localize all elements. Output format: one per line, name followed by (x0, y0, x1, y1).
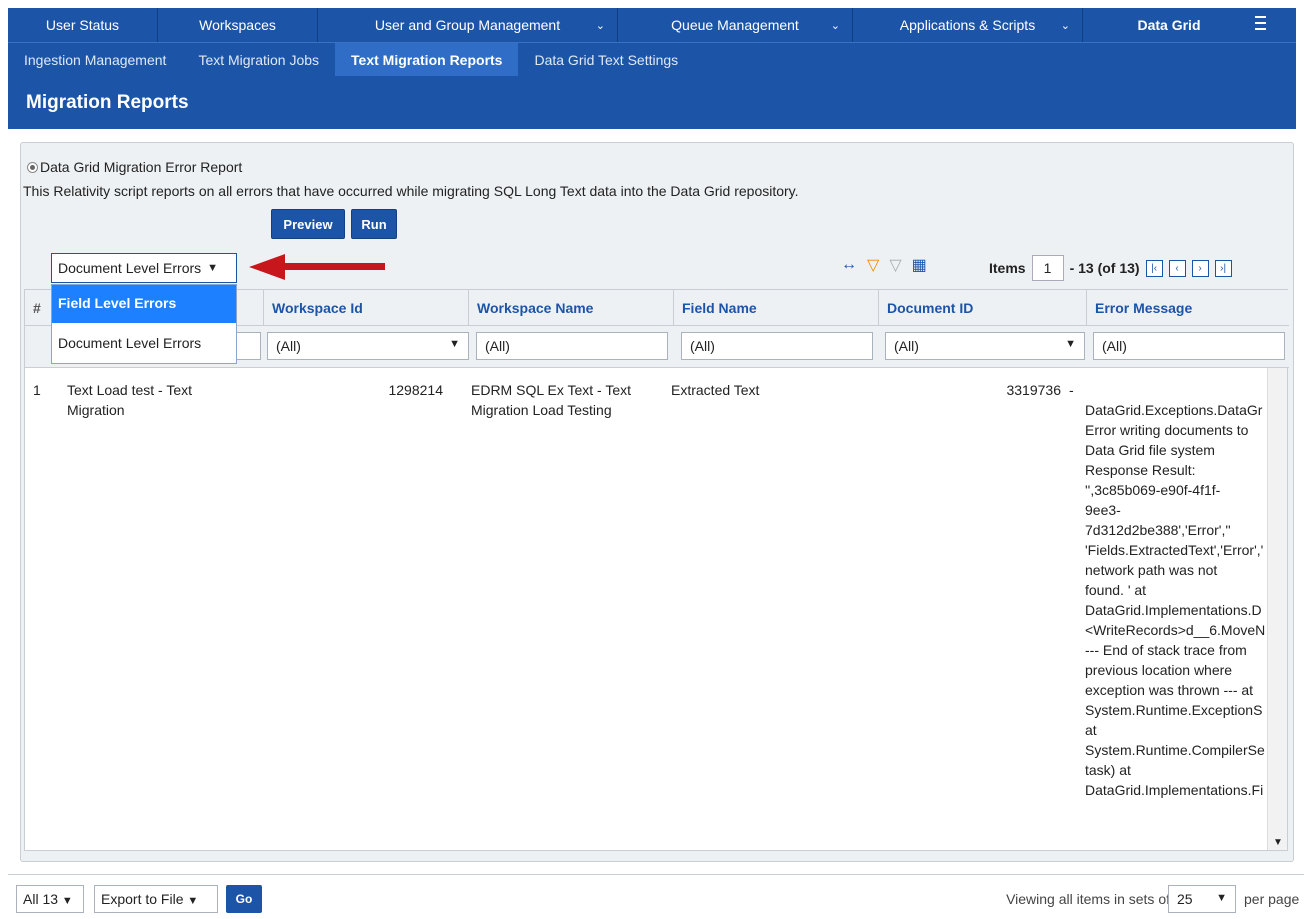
page-input[interactable]: 1 (1031, 255, 1064, 281)
annotation-arrow-line (283, 263, 385, 270)
sub-navigation: Ingestion Management Text Migration Jobs… (8, 42, 1296, 76)
last-page-icon[interactable]: ›| (1214, 259, 1232, 277)
tab-user-group-management[interactable]: User and Group Management ⌄ (318, 8, 618, 42)
error-line: Data Grid file system (1085, 442, 1215, 458)
error-line: Response Result: (1085, 462, 1196, 478)
filter-document-id[interactable]: (All) ▼ (885, 332, 1085, 360)
option-document-level-errors[interactable]: Document Level Errors (52, 323, 236, 361)
filter-error-message[interactable]: (All) (1093, 332, 1285, 360)
row-workspace-id: 1298214 (388, 382, 443, 398)
error-line: --- End of stack trace from (1085, 642, 1247, 658)
error-line: task) at (1085, 762, 1131, 778)
column-header-document-id[interactable]: Document ID (878, 290, 1086, 326)
error-line: exception was thrown --- at (1085, 682, 1254, 698)
column-header-field-name[interactable]: Field Name (673, 290, 878, 326)
error-line: network path was not (1085, 562, 1218, 578)
scroll-down-icon[interactable]: ▼ (1273, 837, 1283, 848)
error-line: DataGrid.Implementations.Fi (1085, 782, 1264, 798)
error-line: at (1085, 722, 1097, 738)
grid-view-icon[interactable]: ▦ (912, 255, 927, 275)
tab-data-grid[interactable]: Data Grid (1083, 8, 1255, 42)
radio-button-icon[interactable] (27, 161, 38, 173)
row-script-name: Text Load test - Text Migration (67, 382, 193, 418)
export-select[interactable]: Export to File ▼ (94, 885, 218, 913)
tab-user-status[interactable]: User Status (8, 8, 158, 42)
footer-bar: All 13 ▼ Export to File ▼ Go Viewing all… (8, 874, 1304, 919)
filter-icon[interactable]: ▽ (867, 255, 879, 275)
items-label: Items (989, 260, 1026, 276)
option-field-level-errors[interactable]: Field Level Errors (52, 285, 236, 323)
filter-field-partial[interactable] (235, 332, 261, 360)
tab-workspaces[interactable]: Workspaces (158, 8, 318, 42)
per-page-select[interactable]: 25 ▼ (1168, 885, 1236, 913)
chevron-down-icon: ⌄ (830, 19, 840, 32)
chevron-down-icon: ⌄ (1060, 19, 1070, 32)
clear-filter-icon[interactable]: ▽ (889, 255, 901, 275)
column-header-workspace-id[interactable]: Workspace Id (263, 290, 468, 326)
count-select[interactable]: All 13 ▼ (16, 885, 84, 913)
row-field-name: Extracted Text (671, 382, 760, 398)
run-button[interactable]: Run (351, 209, 397, 239)
error-line: DataGrid.Implementations.D (1085, 602, 1262, 618)
prev-page-icon[interactable]: ‹ (1168, 259, 1186, 277)
subtab-text-migration-reports[interactable]: Text Migration Reports (335, 43, 519, 76)
preview-button[interactable]: Preview (271, 209, 345, 239)
error-line: 7d312d2be388','Error','' (1085, 522, 1231, 538)
caret-down-icon: ▼ (1065, 338, 1076, 350)
row-error-message: - DataGrid.Exceptions.DataGr Error writing… (1069, 380, 1269, 850)
column-header-workspace-name[interactable]: Workspace Name (468, 290, 673, 326)
subtab-data-grid-text-settings[interactable]: Data Grid Text Settings (518, 43, 694, 76)
grid-toolbar: ↔ ▽ ▽ ▦ (841, 255, 927, 275)
report-panel: Data Grid Migration Error Report This Re… (20, 142, 1294, 862)
report-description: This Relativity script reports on all er… (23, 183, 799, 199)
per-page-label: per page (1244, 891, 1300, 907)
error-line: 9ee3- (1085, 502, 1121, 518)
error-level-value: Document Level Errors (58, 260, 202, 276)
chevron-down-icon: ⌄ (595, 19, 605, 32)
resize-columns-icon[interactable]: ↔ (841, 256, 857, 274)
row-document-id: 3319736 (1006, 382, 1061, 398)
caret-down-icon: ▼ (207, 262, 219, 274)
table-row[interactable]: 1 Text Load test - Text Migration 129821… (25, 370, 1265, 850)
caret-down-icon: ▼ (61, 895, 73, 907)
report-radio[interactable]: Data Grid Migration Error Report (27, 159, 242, 175)
page-title: Migration Reports (8, 76, 1296, 129)
error-line: DataGrid.Exceptions.DataGr (1085, 402, 1263, 418)
error-line: <WriteRecords>d__6.MoveN (1085, 622, 1266, 638)
filter-workspace-name[interactable]: (All) (476, 332, 668, 360)
filter-workspace-id[interactable]: (All) ▼ (267, 332, 469, 360)
annotation-arrow-head (249, 254, 285, 280)
error-line: 'Fields.ExtractedText','Error',' (1085, 542, 1264, 558)
error-line: previous location where (1085, 662, 1233, 678)
caret-down-icon: ▼ (1216, 892, 1227, 904)
tab-applications-scripts[interactable]: Applications & Scripts ⌄ (853, 8, 1083, 42)
error-line: System.Runtime.ExceptionS (1085, 702, 1263, 718)
column-header-error-message[interactable]: Error Message (1086, 290, 1289, 326)
vertical-scrollbar[interactable]: ▼ (1267, 368, 1287, 850)
filter-field-name[interactable]: (All) (681, 332, 873, 360)
caret-down-icon: ▼ (187, 895, 199, 907)
error-line: '',3c85b069-e90f-4f1f- (1085, 482, 1221, 498)
error-line: Error writing documents to (1085, 422, 1249, 438)
report-name: Data Grid Migration Error Report (40, 159, 243, 175)
items-range: - 13 (of 13) (1069, 260, 1140, 276)
tab-queue-management[interactable]: Queue Management ⌄ (618, 8, 853, 42)
error-grid: # Workspace Id Workspace Name Field Name… (24, 289, 1289, 851)
row-number: 1 (33, 382, 41, 398)
subtab-text-migration-jobs[interactable]: Text Migration Jobs (182, 43, 335, 76)
error-level-select[interactable]: Document Level Errors ▼ (51, 253, 237, 283)
error-line: System.Runtime.CompilerSe (1085, 742, 1265, 758)
error-line: - (1069, 382, 1074, 398)
caret-down-icon: ▼ (449, 338, 460, 350)
viewing-text: Viewing all items in sets of (1006, 891, 1170, 907)
pager: Items 1 - 13 (of 13) |‹ ‹ › ›| (989, 255, 1232, 281)
go-button[interactable]: Go (226, 885, 262, 913)
error-level-dropdown-menu: Field Level Errors Document Level Errors (51, 284, 237, 364)
error-line: found. ' at (1085, 582, 1147, 598)
row-workspace-name: EDRM SQL Ex Text - Text Migration Load T… (471, 382, 632, 418)
first-page-icon[interactable]: |‹ (1145, 259, 1163, 277)
subtab-ingestion-management[interactable]: Ingestion Management (8, 43, 182, 76)
next-page-icon[interactable]: › (1191, 259, 1209, 277)
